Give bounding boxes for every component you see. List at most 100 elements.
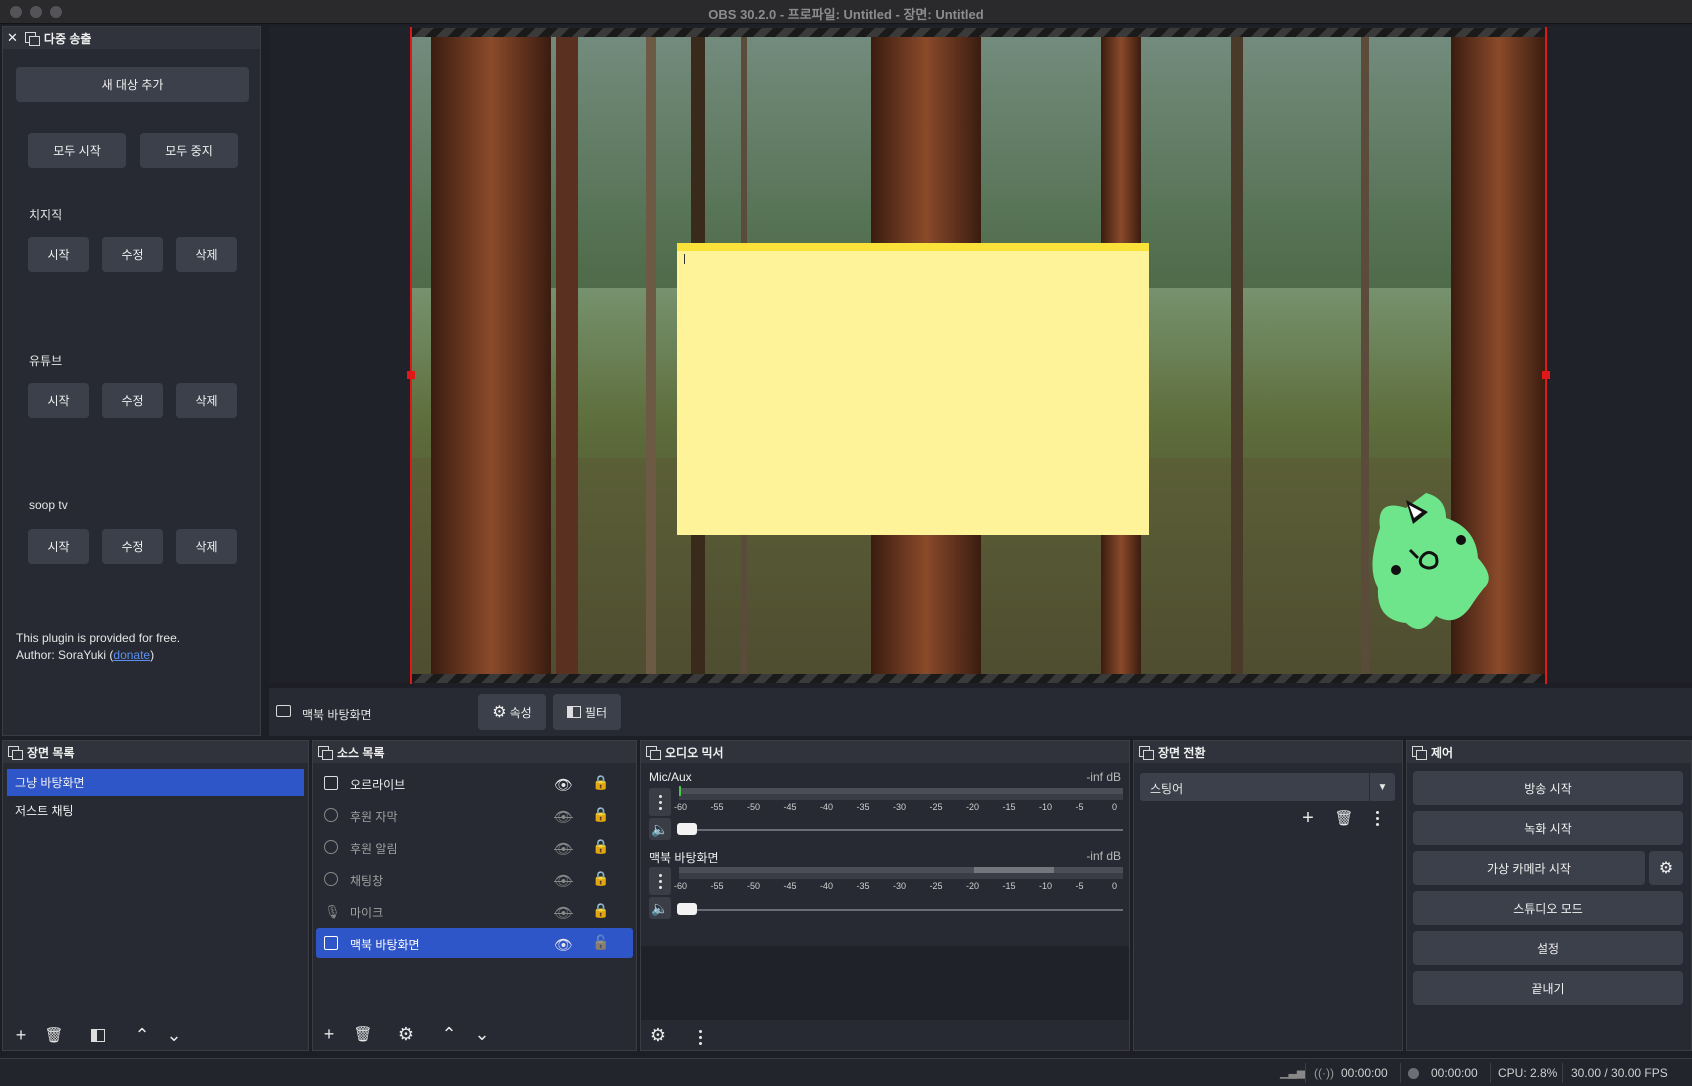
start-recording-button[interactable]: 녹화 시작 [1413, 811, 1683, 845]
lock-icon[interactable]: 🔒 [592, 902, 609, 919]
trash-icon[interactable]: 🗑 [43, 1024, 65, 1046]
stop-all-button[interactable]: 모두 중지 [140, 133, 238, 168]
target-start-button[interactable]: 시작 [28, 529, 89, 564]
target-edit-button[interactable]: 수정 [102, 383, 163, 418]
volume-meter-peak [679, 794, 1123, 800]
add-icon[interactable]: + [10, 1024, 32, 1046]
volume-slider-knob[interactable] [677, 823, 697, 835]
source-item[interactable]: 후원 자막 👁 🔒 [316, 800, 633, 830]
source-item[interactable]: 🎙 마이크 👁 🔒 [316, 896, 633, 926]
settings-button[interactable]: 설정 [1413, 931, 1683, 965]
start-virtual-camera-button[interactable]: 가상 카메라 시작 [1413, 851, 1645, 885]
chevron-down-icon[interactable]: ⌄ [163, 1024, 185, 1046]
dock-float-icon[interactable] [24, 31, 40, 46]
target-start-button[interactable]: 시작 [28, 383, 89, 418]
volume-meter-peak [679, 873, 1123, 879]
transitions-title: 장면 전환 [1158, 745, 1206, 760]
chevron-up-icon[interactable]: ⌃ [438, 1023, 460, 1045]
db-scale-tick: -25 [929, 802, 943, 812]
dropdown-arrow-icon: ▼ [1369, 773, 1395, 801]
transition-menu-button[interactable] [1366, 804, 1388, 832]
close-dock-icon[interactable]: ✕ [7, 30, 18, 46]
dock-float-icon[interactable] [317, 745, 333, 760]
mixer-settings-icon[interactable]: ⚙ [647, 1024, 669, 1046]
divider [1305, 1063, 1306, 1083]
exit-button[interactable]: 끝내기 [1413, 971, 1683, 1005]
scene-item[interactable]: 저스트 채팅 [7, 797, 304, 824]
properties-button[interactable]: ⚙ 속성 [478, 694, 546, 730]
target-edit-button[interactable]: 수정 [102, 529, 163, 564]
db-scale-tick: -15 [1002, 802, 1016, 812]
donate-link[interactable]: donate [113, 648, 150, 662]
filters-button[interactable]: 필터 [553, 694, 621, 730]
source-item[interactable]: 오르라이브 👁 🔒 [316, 768, 633, 798]
eye-icon[interactable]: 👁 [554, 776, 573, 794]
virtual-camera-settings-icon[interactable]: ⚙ [1649, 851, 1683, 885]
chevron-down-icon[interactable]: ⌄ [471, 1023, 493, 1045]
target-name-soop: soop tv [29, 498, 68, 512]
network-bars-icon: ▁▃▅ [1280, 1067, 1306, 1079]
audio-mixer-dock: 오디오 믹서 Mic/Aux -inf dB 🔈 맥북 바탕화면 -inf dB… [640, 740, 1130, 1051]
unlock-icon[interactable]: 🔓 [592, 934, 609, 951]
resize-handle-right[interactable] [1542, 371, 1550, 379]
target-delete-button[interactable]: 삭제 [176, 383, 237, 418]
author-suffix: ) [150, 648, 155, 662]
channel-menu-button[interactable] [649, 788, 671, 816]
studio-mode-button[interactable]: 스튜디오 모드 [1413, 891, 1683, 925]
volume-slider-track[interactable] [679, 829, 1123, 831]
db-scale-tick: -10 [1039, 881, 1053, 891]
channel-menu-button[interactable] [649, 867, 671, 895]
scenes-title: 장면 목록 [27, 745, 75, 760]
display-icon [324, 936, 338, 950]
dock-float-icon[interactable] [1138, 745, 1154, 760]
display-icon [276, 705, 291, 717]
volume-slider-knob[interactable] [677, 903, 697, 915]
add-target-button[interactable]: 새 대상 추가 [16, 67, 249, 102]
channel-level: -inf dB [1086, 770, 1121, 784]
db-scale-tick: -20 [966, 802, 980, 812]
source-item[interactable]: 채팅창 👁 🔒 [316, 864, 633, 894]
image-icon [324, 776, 338, 790]
dock-float-icon[interactable] [7, 745, 23, 760]
source-label: 마이크 [350, 906, 384, 920]
filter-icon[interactable] [87, 1024, 109, 1046]
lock-icon[interactable]: 🔒 [592, 838, 609, 855]
eye-hidden-icon[interactable]: 👁 [554, 872, 573, 890]
target-name-youtube: 유튜브 [29, 354, 63, 368]
dock-float-icon[interactable] [645, 745, 661, 760]
add-icon[interactable]: + [1297, 807, 1319, 829]
start-streaming-button[interactable]: 방송 시작 [1413, 771, 1683, 805]
trash-icon[interactable]: 🗑 [1333, 807, 1355, 829]
mascot-image [1372, 493, 1489, 630]
source-label: 채팅창 [350, 874, 384, 888]
divider [1400, 1063, 1401, 1083]
start-all-button[interactable]: 모두 시작 [28, 133, 126, 168]
target-delete-button[interactable]: 삭제 [176, 237, 237, 272]
volume-slider-track[interactable] [679, 909, 1123, 911]
eye-hidden-icon[interactable]: 👁 [554, 840, 573, 858]
dock-float-icon[interactable] [1411, 745, 1427, 760]
lock-icon[interactable]: 🔒 [592, 774, 609, 791]
trash-icon[interactable]: 🗑 [352, 1023, 374, 1045]
speaker-muted-icon[interactable]: 🔈 [649, 897, 671, 919]
target-delete-button[interactable]: 삭제 [176, 529, 237, 564]
source-item[interactable]: 후원 알림 👁 🔒 [316, 832, 633, 862]
properties-label: 속성 [509, 705, 532, 720]
target-edit-button[interactable]: 수정 [102, 237, 163, 272]
lock-icon[interactable]: 🔒 [592, 870, 609, 887]
mixer-menu-button[interactable] [689, 1023, 711, 1051]
speaker-muted-icon[interactable]: 🔈 [649, 818, 671, 840]
transition-select[interactable]: 스팅어 ▼ [1140, 773, 1395, 801]
db-scale-tick: -30 [893, 881, 907, 891]
scene-item[interactable]: 그냥 바탕화면 [7, 769, 304, 796]
chevron-up-icon[interactable]: ⌃ [131, 1024, 153, 1046]
eye-hidden-icon[interactable]: 👁 [554, 904, 573, 922]
source-item[interactable]: 맥북 바탕화면 👁 🔓 [316, 928, 633, 958]
resize-handle-left[interactable] [407, 371, 415, 379]
gear-icon[interactable]: ⚙ [395, 1023, 417, 1045]
add-icon[interactable]: + [318, 1023, 340, 1045]
target-start-button[interactable]: 시작 [28, 237, 89, 272]
eye-icon[interactable]: 👁 [554, 936, 573, 954]
eye-hidden-icon[interactable]: 👁 [554, 808, 573, 826]
lock-icon[interactable]: 🔒 [592, 806, 609, 823]
